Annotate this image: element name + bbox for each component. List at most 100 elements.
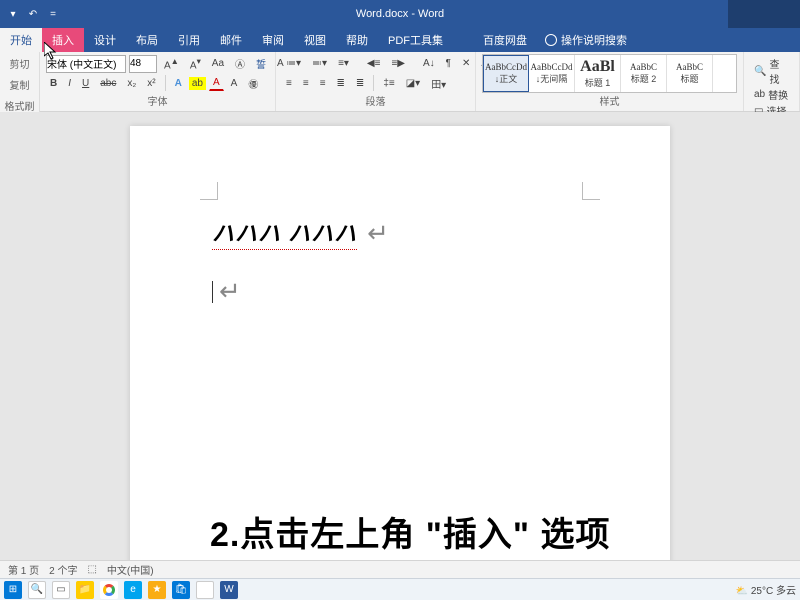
style-heading2[interactable]: AaBbC 标题 2 [621,55,667,92]
titlebar: ▾ ↶ = Word.docx - Word [0,0,800,28]
task-view-icon[interactable]: ▭ [52,581,70,599]
mail-icon[interactable] [196,581,214,599]
tab-baidu[interactable]: 百度网盘 [473,28,537,52]
bold-button[interactable]: B [46,76,61,91]
app-icon[interactable]: ★ [148,581,166,599]
strike-button[interactable]: abc [96,76,120,91]
find-button[interactable]: 🔍查找 [754,56,789,86]
enclose-button[interactable]: ㊝ [244,74,262,93]
align-justify-button[interactable]: ≣ [333,76,349,91]
borders-button[interactable]: 田▾ [427,74,450,93]
system-tray: ⛅ 25°C 多云 [736,582,796,597]
phonetic-button[interactable]: 誓 [252,54,270,73]
copy-label[interactable]: 复制 [10,77,30,92]
word-icon[interactable]: W [220,581,238,599]
show-marks-button[interactable]: ¶ [442,56,455,71]
align-center-button[interactable]: ≡ [299,76,313,91]
cut-label[interactable]: 剪切 [10,56,30,71]
undo-icon[interactable]: ↶ [26,7,40,21]
para-x-button[interactable]: ✕ [458,56,474,71]
highlight-button[interactable]: ab [189,77,206,90]
store-icon[interactable]: 🛍 [172,581,190,599]
status-proof-icon[interactable]: ⬚ [87,564,96,575]
bullets-button[interactable]: ≔▾ [282,56,305,71]
weather-widget[interactable]: ⛅ 25°C 多云 [736,582,796,597]
search-icon[interactable]: 🔍 [28,581,46,599]
styles-gallery[interactable]: AaBbCcDd ↓正文 AaBbCcDd ↓无间隔 AaBl 标题 1 AaB… [482,54,737,93]
tab-references[interactable]: 引用 [168,28,210,52]
grow-font-button[interactable]: A▲ [160,54,183,73]
explorer-icon[interactable]: 📁 [76,581,94,599]
start-button[interactable]: ⊞ [4,581,22,599]
status-words[interactable]: 2 个字 [49,562,77,577]
shrink-font-button[interactable]: A▾ [186,54,205,73]
window-title: Word.docx - Word [356,8,444,20]
underline-button[interactable]: U [78,76,93,91]
subscript-button[interactable]: x₂ [123,76,140,91]
align-right-button[interactable]: ≡ [316,76,330,91]
paragraph-group-label: 段落 [282,93,469,109]
text-run[interactable]: ハハハ ハハハ [212,216,357,250]
increase-indent-button[interactable]: ≡▶ [387,56,409,71]
clear-format-button[interactable]: Ⓐ [231,54,249,73]
tab-help[interactable]: 帮助 [336,28,378,52]
text-cursor [212,281,213,303]
char-shading-button[interactable]: A [227,76,242,91]
align-left-button[interactable]: ≡ [282,76,296,91]
font-group: A▲ A▾ Aa Ⓐ 誓 A B I U abc x₂ x² A ab A A … [40,52,276,111]
maximize-button[interactable] [764,0,800,28]
decrease-indent-button[interactable]: ◀≡ [363,56,385,71]
text-effects-button[interactable]: A [171,76,186,91]
font-color-button[interactable]: A [209,75,224,91]
tell-me-label: 操作说明搜索 [561,32,627,48]
style-normal[interactable]: AaBbCcDd ↓正文 [483,55,529,92]
line-spacing-button[interactable]: ‡≡ [379,76,398,91]
ribbon: A▲ A▾ Aa Ⓐ 誓 A B I U abc x₂ x² A ab A A … [0,52,800,112]
chrome-icon[interactable] [100,581,118,599]
ribbon-tabs: 开始 插入 设计 布局 引用 邮件 审阅 视图 帮助 PDF工具集 百度网盘 操… [0,28,800,52]
italic-button[interactable]: I [64,76,75,91]
font-size-combo[interactable] [129,55,157,73]
superscript-button[interactable]: x² [143,76,159,91]
tab-view[interactable]: 视图 [294,28,336,52]
document-area[interactable]: ハハハ ハハハ ↵ ↵ [0,112,800,560]
font-name-combo[interactable] [46,55,126,73]
minimize-button[interactable] [728,0,764,28]
document-content[interactable]: ハハハ ハハハ ↵ ↵ [212,216,588,307]
font-group-label: 字体 [46,93,269,109]
paragraph-mark-icon: ↵ [219,276,241,307]
status-page[interactable]: 第 1 页 [8,562,39,577]
edge-icon[interactable]: e [124,581,142,599]
style-no-spacing[interactable]: AaBbCcDd ↓无间隔 [529,55,575,92]
tab-pdf[interactable]: PDF工具集 [378,28,453,52]
tab-mailings[interactable]: 邮件 [210,28,252,52]
format-painter-label[interactable]: 格式刷 [5,98,35,113]
change-case-button[interactable]: Aa [208,56,228,71]
multilevel-button[interactable]: ≡▾ [334,56,353,71]
weather-icon: ⛅ [736,586,748,597]
tab-review[interactable]: 审阅 [252,28,294,52]
style-heading1[interactable]: AaBl 标题 1 [575,55,621,92]
style-title[interactable]: AaBbC 标题 [667,55,713,92]
redo-icon[interactable]: = [46,7,60,21]
paragraph-mark-icon: ↵ [367,218,389,249]
status-language[interactable]: 中文(中国) [107,562,154,577]
qat-arrow-icon[interactable]: ▾ [6,7,20,21]
tab-layout[interactable]: 布局 [126,28,168,52]
margin-corner-tr [582,182,600,200]
margin-corner-tl [200,182,218,200]
tab-design[interactable]: 设计 [84,28,126,52]
window-controls [728,0,800,28]
numbering-button[interactable]: ≕▾ [308,56,331,71]
tell-me-search[interactable]: 操作说明搜索 [537,32,627,48]
replace-button[interactable]: ab替换 [754,87,789,102]
tab-home[interactable]: 开始 [0,28,42,52]
page[interactable]: ハハハ ハハハ ↵ ↵ [130,126,670,560]
distribute-button[interactable]: ≣ [352,76,368,91]
paragraph-group: ≔▾ ≕▾ ≡▾ ◀≡ ≡▶ A↓ ¶ ✕ A↓ ¶ ≡ ≡ ≡ ≣ ≣ ‡≡ … [276,52,476,111]
quick-access-toolbar: ▾ ↶ = [0,7,60,21]
clipboard-panel: 剪切 复制 格式刷 [0,52,40,112]
sort-button[interactable]: A↓ [419,56,439,71]
shading-button[interactable]: ◪▾ [402,76,424,91]
tab-insert[interactable]: 插入 [42,28,84,52]
